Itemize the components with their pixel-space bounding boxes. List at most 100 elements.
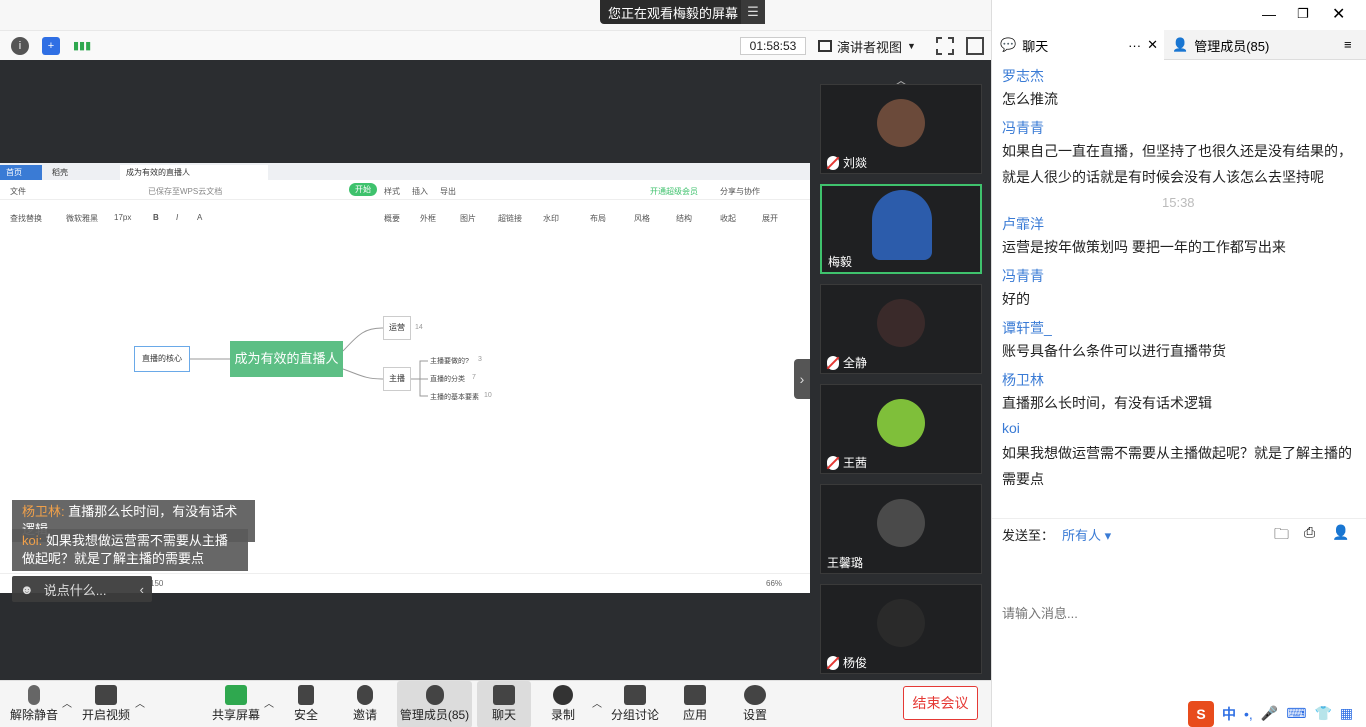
mindmap-node-core[interactable]: 直播的核心 bbox=[134, 346, 190, 372]
gear-icon bbox=[744, 685, 766, 705]
send-to-select[interactable]: 所有人 ▾ bbox=[1062, 525, 1111, 544]
unmute-options-caret[interactable]: ︿ bbox=[62, 695, 72, 710]
chat-sender[interactable]: 杨卫林 bbox=[1002, 370, 1044, 390]
participant-tile[interactable]: 梅毅 bbox=[820, 184, 982, 274]
menu-icon[interactable]: ≡ bbox=[1344, 37, 1352, 52]
menu-icon[interactable]: ☰ bbox=[741, 0, 765, 24]
participant-tile[interactable]: 杨俊 bbox=[820, 584, 982, 674]
record-options-caret[interactable]: ︿ bbox=[592, 695, 602, 710]
message-input[interactable] bbox=[1002, 548, 1352, 678]
more-icon[interactable]: ··· bbox=[1128, 38, 1141, 53]
collapse-participants-button[interactable]: › bbox=[794, 359, 810, 399]
security-button[interactable]: 安全 bbox=[286, 681, 326, 727]
chevron-left-icon[interactable]: ‹ bbox=[140, 582, 144, 597]
leaf-3-count: 10 bbox=[484, 392, 492, 399]
share-screen-label: 共享屏幕 bbox=[211, 708, 260, 722]
mindmap-leaf-2[interactable]: 直播的分类 bbox=[430, 374, 465, 384]
participant-tile[interactable]: 全静 bbox=[820, 284, 982, 374]
right-panel: — ❐ ✕ 💬 聊天 ··· ✕ 👤 管理成员(85) ≡ 罗志杰 怎么推流 冯青青… bbox=[991, 0, 1366, 727]
manage-members-button[interactable]: 管理成员(85) bbox=[397, 681, 472, 727]
participant-name: 梅毅 bbox=[828, 253, 852, 270]
screenshot-icon[interactable]: ⎙ bbox=[1304, 524, 1315, 541]
minimize-icon[interactable]: — bbox=[1262, 6, 1276, 22]
fullscreen-button[interactable] bbox=[936, 37, 954, 55]
mindmap-leaf-3[interactable]: 主播的基本要素 bbox=[430, 392, 479, 402]
chat-button[interactable]: 聊天 bbox=[477, 681, 531, 727]
close-chat-icon[interactable]: ✕ bbox=[1147, 37, 1158, 53]
punctuation-icon[interactable]: •, bbox=[1244, 706, 1253, 722]
window-controls: — ❐ ✕ bbox=[992, 0, 1366, 30]
video-options-caret[interactable]: ︿ bbox=[135, 695, 145, 710]
members-icon bbox=[425, 685, 444, 705]
toolbox-icon[interactable]: ▦ bbox=[1340, 705, 1353, 722]
avatar bbox=[877, 499, 925, 547]
emoji-icon[interactable]: ☻ bbox=[20, 582, 34, 597]
quick-message-box[interactable]: ☻ 说点什么... ‹ bbox=[12, 576, 152, 602]
avatar bbox=[877, 399, 925, 447]
folder-icon[interactable]: 🗀 bbox=[1274, 524, 1289, 549]
participant-name-label: 刘燚 bbox=[843, 156, 868, 170]
shield-icon[interactable]: + bbox=[42, 37, 60, 55]
invite-button[interactable]: 邀请 bbox=[345, 681, 385, 727]
chat-message: 如果我想做运营需不需要从主播做起呢？就是了解主播的需要点 bbox=[1002, 445, 1352, 487]
skin-icon[interactable]: 👕 bbox=[1314, 705, 1331, 722]
participant-tile[interactable]: 刘燚 bbox=[820, 84, 982, 174]
avatar bbox=[877, 599, 925, 647]
chat-sender[interactable]: 冯青青 bbox=[1002, 266, 1044, 286]
chat-sender[interactable]: 卢霏洋 bbox=[1002, 214, 1044, 234]
start-video-button[interactable]: 开启视频 bbox=[80, 681, 132, 727]
mindmap-node-operations[interactable]: 运营 bbox=[383, 316, 411, 340]
breakout-button[interactable]: 分组讨论 bbox=[610, 681, 660, 727]
chat-sender[interactable]: 谭轩萱_ bbox=[1002, 318, 1052, 338]
apps-button[interactable]: 应用 bbox=[675, 681, 715, 727]
mindmap-root-node[interactable]: 成为有效的直播人 bbox=[230, 341, 343, 377]
chat-sender[interactable]: 冯青青 bbox=[1002, 118, 1044, 138]
settings-button[interactable]: 设置 bbox=[735, 681, 775, 727]
tab-chat[interactable]: 💬 聊天 ··· ✕ bbox=[992, 30, 1164, 60]
record-icon bbox=[553, 685, 573, 705]
chat-icon bbox=[493, 685, 515, 705]
sogou-icon[interactable]: S bbox=[1188, 700, 1214, 727]
record-button[interactable]: 录制 bbox=[543, 681, 583, 727]
chat-sender[interactable]: 罗志杰 bbox=[1002, 66, 1044, 86]
participant-name-label: 梅毅 bbox=[828, 255, 853, 269]
close-icon[interactable]: ✕ bbox=[1332, 4, 1345, 24]
participant-name: 王馨璐 bbox=[827, 554, 863, 571]
share-options-caret[interactable]: ︿ bbox=[264, 695, 274, 710]
apps-label: 应用 bbox=[682, 708, 707, 722]
breakout-icon bbox=[624, 685, 646, 705]
chat-sender[interactable]: koi bbox=[1002, 420, 1020, 436]
voice-icon[interactable]: 🎤 bbox=[1261, 705, 1278, 722]
status-count: 150 bbox=[150, 579, 164, 588]
sidebar-toggle-button[interactable] bbox=[966, 37, 984, 55]
mindmap-node-anchor[interactable]: 主播 bbox=[383, 367, 411, 391]
avatar bbox=[877, 299, 925, 347]
overlay-2-text: 如果我想做运营需不需要从主播做起呢？就是了解主播的需要点 bbox=[22, 533, 228, 566]
participant-name: 刘燚 bbox=[827, 154, 867, 171]
participant-tile[interactable]: 王馨璐 bbox=[820, 484, 982, 574]
user-settings-icon[interactable]: 👤 bbox=[1332, 524, 1349, 541]
send-to-label: 发送至： bbox=[1002, 528, 1055, 543]
participant-tile[interactable]: 王茜 bbox=[820, 384, 982, 474]
mindmap-leaf-1[interactable]: 主播要做的? bbox=[430, 356, 469, 366]
share-screen-button[interactable]: 共享屏幕 bbox=[210, 681, 262, 727]
keyboard-icon[interactable]: ⌨ bbox=[1286, 705, 1306, 722]
restore-icon[interactable]: ❐ bbox=[1297, 6, 1309, 22]
participant-name: 杨俊 bbox=[827, 654, 867, 671]
invite-label: 邀请 bbox=[352, 708, 377, 722]
mic-off-icon bbox=[827, 655, 839, 670]
tab-members[interactable]: 👤 管理成员(85) bbox=[1168, 30, 1338, 60]
ime-toolbar: S 中 •, 🎤 ⌨ 👕 ▦ bbox=[1188, 700, 1366, 727]
ime-mode[interactable]: 中 bbox=[1222, 704, 1236, 724]
tab-chat-label: 聊天 bbox=[1022, 38, 1049, 54]
presenter-view-dropdown[interactable]: 演讲者视图 ▼ bbox=[818, 37, 924, 55]
layout-icon bbox=[818, 40, 832, 52]
unmute-button[interactable]: 解除静音 bbox=[8, 681, 60, 727]
security-icon bbox=[298, 685, 314, 705]
chat-message: 好的 bbox=[1002, 291, 1030, 307]
zoom-level[interactable]: 66% bbox=[766, 579, 782, 588]
info-icon[interactable]: i bbox=[11, 37, 29, 55]
mic-off-icon bbox=[827, 455, 839, 470]
signal-icon[interactable]: ▮▮▮ bbox=[73, 37, 91, 55]
end-meeting-button[interactable]: 结束会议 bbox=[903, 686, 978, 720]
